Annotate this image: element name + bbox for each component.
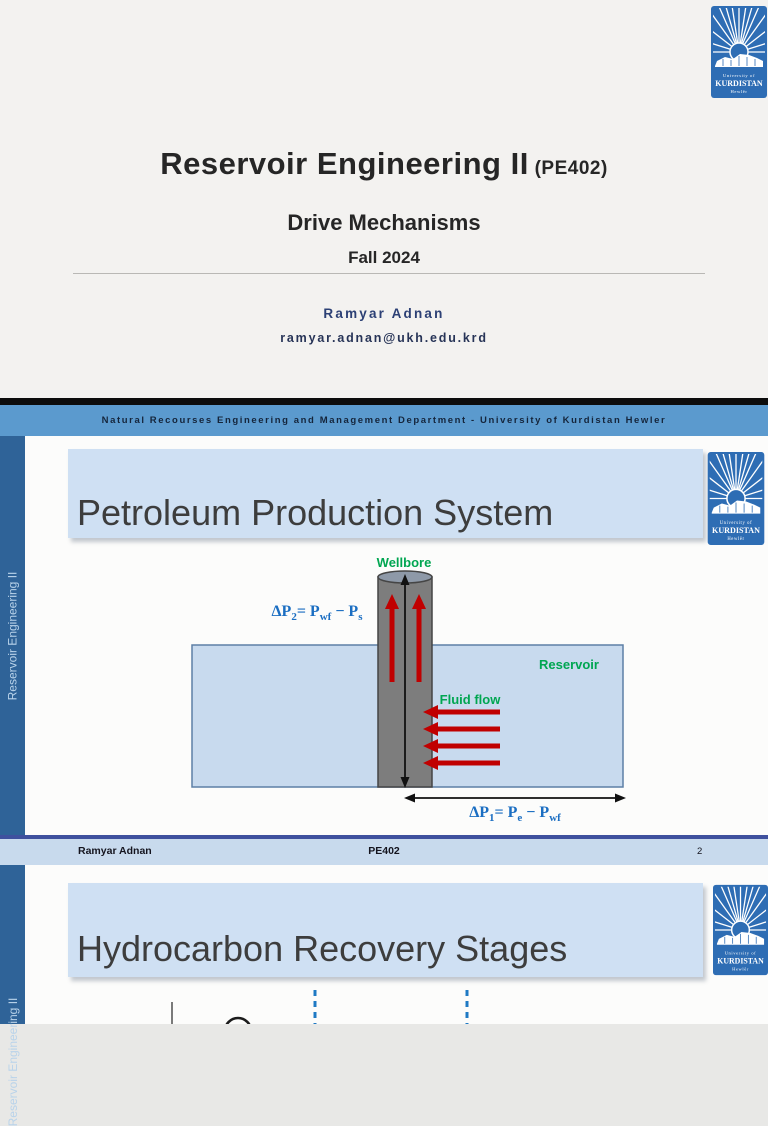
lecture-subtitle: Drive Mechanisms <box>0 210 768 236</box>
dp2-symbol: ΔP <box>272 603 292 620</box>
footer-course-code: PE402 <box>0 845 768 857</box>
course-title-text: Reservoir Engineering II <box>160 146 529 181</box>
reservoir-label: Reservoir <box>524 657 614 672</box>
author-email: ramyar.adnan@ukh.edu.krd <box>0 331 768 345</box>
production-system-diagram <box>0 436 768 835</box>
delta-p1-formula: ΔP1= Pe − Pwf <box>435 804 595 824</box>
course-code: (PE402) <box>529 158 608 179</box>
university-logo: University of KURDISTAN Hewlêr <box>711 6 767 98</box>
page-separator-bar <box>0 398 768 405</box>
recovery-stages-diagram-fragment <box>0 865 768 1024</box>
dp1-term1: = P <box>495 804 518 821</box>
divider-line <box>73 273 705 274</box>
author-name: Ramyar Adnan <box>0 306 768 321</box>
department-header-bar: Natural Recourses Engineering and Manage… <box>0 405 768 436</box>
dp2-term2-sub: s <box>358 611 362 623</box>
dp1-term2-sub: wf <box>549 812 561 824</box>
fluid-flow-label: Fluid flow <box>425 692 515 707</box>
slide-1-title-page: Reservoir Engineering II (PE402) Drive M… <box>0 0 768 398</box>
logo-line3: Hewlêr <box>730 89 747 94</box>
course-title: Reservoir Engineering II (PE402) <box>0 146 768 182</box>
logo-line3: Hewlêr <box>727 537 744 542</box>
department-header-text: Natural Recourses Engineering and Manage… <box>102 415 667 426</box>
delta-p2-formula: ΔP2= Pwf − Ps <box>247 603 387 623</box>
pumpjack-wheel-icon <box>225 1018 251 1024</box>
wellbore-label: Wellbore <box>359 555 449 570</box>
logo-line2: KURDISTAN <box>715 79 763 88</box>
document-page: Reservoir Engineering II (PE402) Drive M… <box>0 0 768 1024</box>
university-logo: University of KURDISTAN Hewlêr <box>705 452 767 545</box>
dp1-term2: − P <box>522 804 549 821</box>
dp1-symbol: ΔP <box>469 804 489 821</box>
dp2-term2: − P <box>331 603 358 620</box>
logo-line2: KURDISTAN <box>712 526 760 535</box>
term-label: Fall 2024 <box>0 248 768 268</box>
horizontal-radius-arrow <box>404 794 626 803</box>
dp2-term1-sub: wf <box>320 611 332 623</box>
logo-line1: University of <box>723 73 755 78</box>
dp2-term1: = P <box>297 603 320 620</box>
footer-page-number: 2 <box>697 846 702 857</box>
